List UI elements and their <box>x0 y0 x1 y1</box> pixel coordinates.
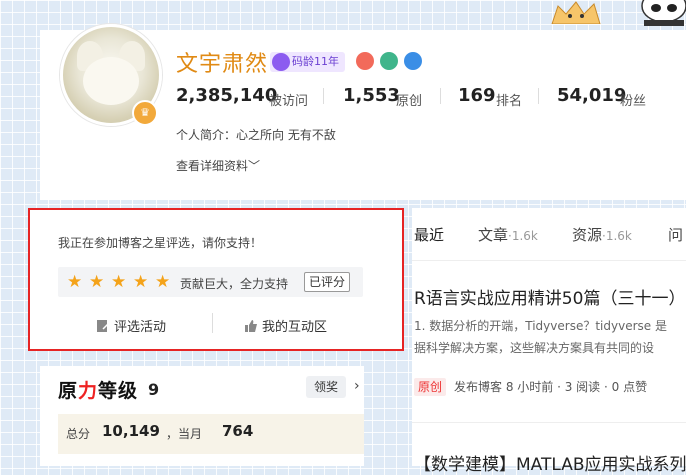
divider <box>412 422 686 423</box>
edit-note-icon <box>97 320 110 332</box>
gender-male-icon <box>404 52 422 70</box>
tab-resources[interactable]: 资源·1.6k <box>572 224 632 245</box>
stat-visits-label: 被访问 <box>269 94 309 109</box>
divider <box>538 88 539 104</box>
stat-rank-label: 排名 <box>496 94 523 109</box>
level-title-c: 等级 <box>98 380 139 402</box>
my-interaction-button[interactable]: 我的互动区 <box>244 316 327 335</box>
vote-prompt: 我正在参加博客之星评选，请你支持！ <box>58 236 263 250</box>
crown-icon: ♛ <box>132 100 158 126</box>
level-number: 9 <box>148 380 160 399</box>
username[interactable]: 文宇肃然 <box>176 46 268 78</box>
my-interaction-label: 我的互动区 <box>262 320 328 335</box>
article-desc-line: 据科学解决方案，这些解决方案具有共同的设 <box>414 341 655 355</box>
vote-activity-label: 评选活动 <box>114 320 167 335</box>
blog-star-vote-card: 我正在参加博客之星评选，请你支持！ ★ ★ ★ ★ ★ 贡献巨大，全力支持 已评… <box>28 208 404 351</box>
month-score-label: 当月 <box>178 427 203 441</box>
tab-questions[interactable]: 问 <box>668 224 683 245</box>
level-title-a: 原 <box>58 380 79 402</box>
article-title[interactable]: R语言实战应用精讲50篇（三十一） <box>414 284 685 309</box>
star-icon[interactable]: ★ <box>111 272 126 292</box>
divider <box>323 88 324 104</box>
force-level-card: 原力等级 9 领奖 › 总分 10,149 ， 当月 764 <box>40 366 364 466</box>
vote-activity-button[interactable]: 评选活动 <box>96 316 166 335</box>
month-score-value: 764 <box>222 422 254 440</box>
cartoon-cat-decoration <box>551 1 601 24</box>
vote-actions: 评选活动 我的互动区 <box>30 313 402 337</box>
level-score-box: 总分 10,149 ， 当月 764 <box>58 414 364 454</box>
divider <box>212 313 213 333</box>
code-age-text: 码龄11年 <box>292 55 339 68</box>
stat-original-value[interactable]: 1,553 <box>343 85 400 106</box>
rated-badge: 已评分 <box>304 272 351 292</box>
article-desc-line: 1. 数据分析的开端，Tidyverse？tidyverse 是 <box>414 319 667 333</box>
cartoon-panda-decoration <box>641 0 686 26</box>
article-title[interactable]: 【数学建模】MATLAB应用实战系列 <box>414 450 686 475</box>
star-icon[interactable]: ★ <box>133 272 148 292</box>
person-badge-icon[interactable] <box>380 52 398 70</box>
tab-articles[interactable]: 文章·1.6k <box>478 224 538 245</box>
article-meta-text: 发布博客 8 小时前 · 3 阅读 · 0 点赞 <box>454 380 648 394</box>
stat-rank-value[interactable]: 169 <box>458 85 496 106</box>
stat-visits-value: 2,385,140 <box>176 85 278 106</box>
rating-bar: ★ ★ ★ ★ ★ 贡献巨大，全力支持 已评分 <box>58 267 363 297</box>
rating-text: 贡献巨大，全力支持 <box>180 277 289 291</box>
level-title: 原力等级 <box>58 376 138 403</box>
original-tag: 原创 <box>414 378 447 396</box>
content-panel: 最近 文章·1.6k 资源·1.6k 问 R语言实战应用精讲50篇（三十一） 1… <box>412 208 686 475</box>
code-age-badge: 码龄11年 <box>270 52 345 72</box>
profile-card: ♛ 文宇肃然 码龄11年 2,385,140 被访问 1,553 原创 169 … <box>40 24 686 200</box>
hot-badge-icon[interactable] <box>356 52 374 70</box>
claim-reward-button[interactable]: 领奖 <box>306 376 347 398</box>
chevron-down-icon: ﹀ <box>248 159 261 173</box>
divider <box>440 88 441 104</box>
star-icon[interactable]: ★ <box>155 272 170 292</box>
robot-icon <box>272 53 290 71</box>
view-details-text: 查看详细资料 <box>176 159 249 173</box>
stat-fans-value[interactable]: 54,019 <box>557 85 626 106</box>
article-meta: 原创 发布博客 8 小时前 · 3 阅读 · 0 点赞 <box>414 378 647 396</box>
tab-recent[interactable]: 最近 <box>414 224 444 245</box>
profile-intro: 个人简介：心之所向 无有不敌 <box>176 128 336 142</box>
tab-divider <box>412 260 686 261</box>
view-details-link[interactable]: 查看详细资料﹀ <box>176 157 260 174</box>
chevron-right-icon[interactable]: › <box>354 378 360 394</box>
stat-fans-label: 粉丝 <box>620 94 647 109</box>
total-score-value: 10,149 <box>102 422 160 440</box>
star-icon[interactable]: ★ <box>67 272 82 292</box>
thumbs-up-icon <box>245 320 257 332</box>
star-icon[interactable]: ★ <box>89 272 104 292</box>
level-title-b: 力 <box>78 380 99 402</box>
total-score-label: 总分 <box>66 427 91 441</box>
stat-original-label: 原创 <box>396 94 423 109</box>
avatar-face <box>83 57 139 105</box>
